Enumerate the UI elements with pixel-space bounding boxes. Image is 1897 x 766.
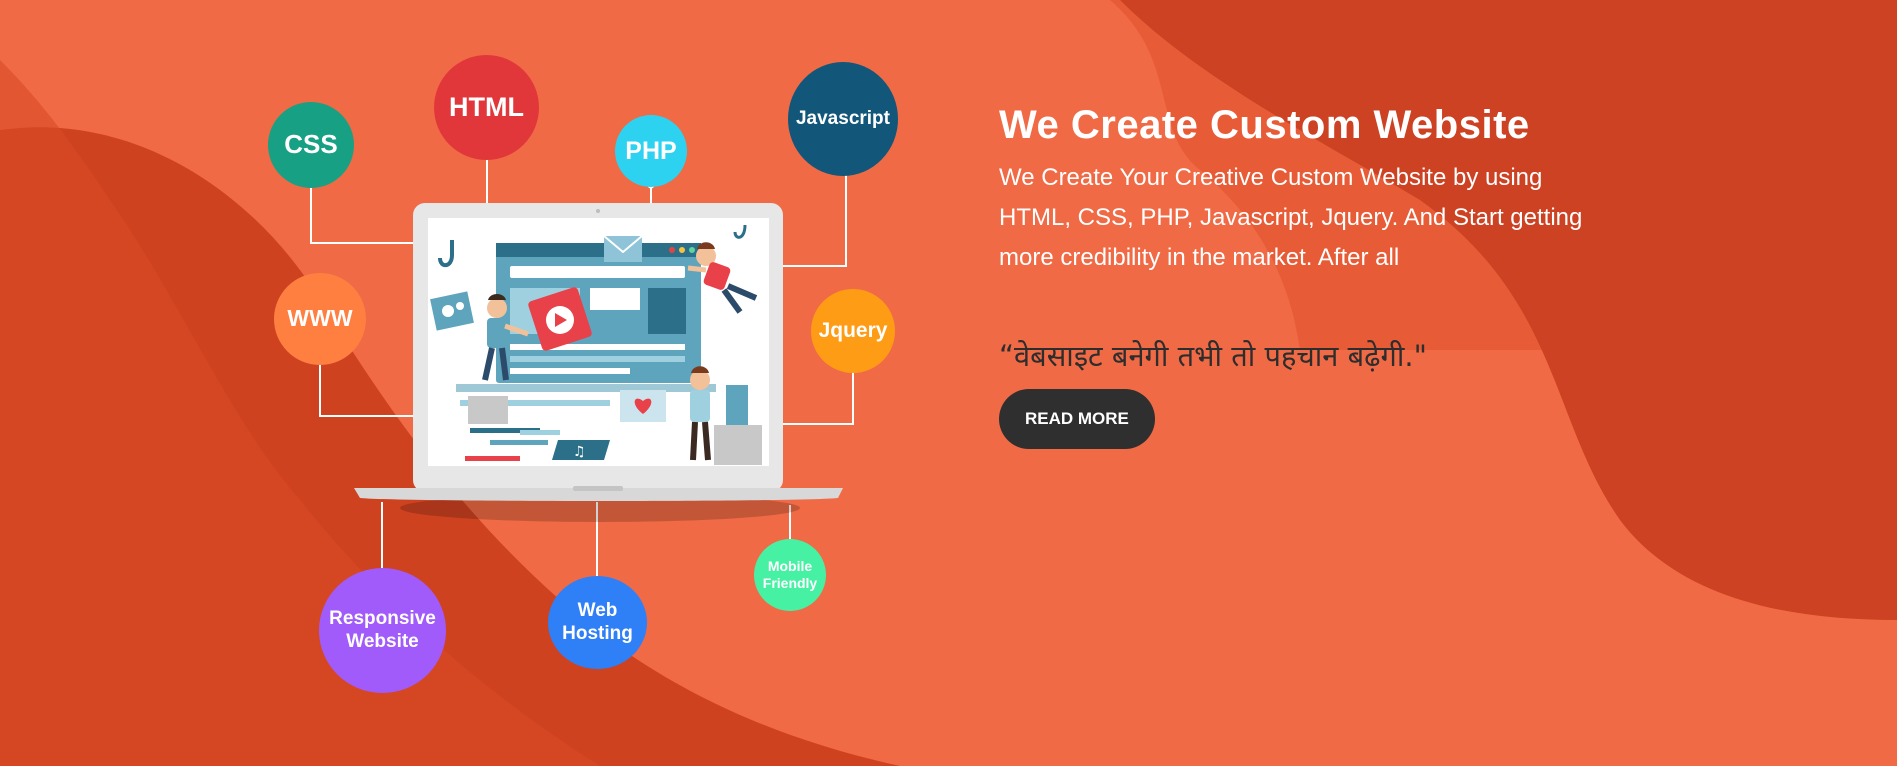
bubble-javascript-label: Javascript xyxy=(795,107,890,129)
hero-tagline: “वेबसाइट बनेगी तभी तो पहचान बढ़ेगी." xyxy=(999,339,1427,373)
bubble-www: WWW xyxy=(274,273,366,365)
svg-text:♫: ♫ xyxy=(573,444,586,460)
bubble-responsive-line2: Website xyxy=(346,630,419,652)
bubble-html-label: HTML xyxy=(449,92,524,123)
bubble-html: HTML xyxy=(434,55,539,160)
bubble-jquery-label: Jquery xyxy=(818,319,888,343)
bubble-web-hosting: Web Hosting xyxy=(548,576,647,669)
hero-content: We Create Custom Website We Create Your … xyxy=(999,103,1619,449)
bubble-php-label: PHP xyxy=(625,137,677,165)
bubble-javascript: Javascript xyxy=(788,62,898,176)
bubble-jquery: Jquery xyxy=(811,289,895,373)
bubble-responsive-website: Responsive Website xyxy=(319,568,446,693)
bubble-responsive-line1: Responsive xyxy=(329,607,436,629)
bubble-hosting-line1: Web xyxy=(577,599,618,621)
hero-description: We Create Your Creative Custom Website b… xyxy=(999,164,1583,271)
hero-banner: ♫ CSS HTML PHP Javascript WWW Jquery Res… xyxy=(0,0,1897,766)
hero-title: We Create Custom Website xyxy=(999,103,1530,147)
bubble-mobile-friendly: Mobile Friendly xyxy=(754,539,826,611)
bubble-mobile-line2: Friendly xyxy=(762,575,818,591)
bubble-www-label: WWW xyxy=(287,305,353,332)
read-more-button[interactable]: READ MORE xyxy=(999,389,1155,449)
bubble-php: PHP xyxy=(615,115,687,187)
bubble-mobile-line1: Mobile xyxy=(767,558,813,575)
bubble-css: CSS xyxy=(268,102,354,188)
bubble-css-label: CSS xyxy=(284,129,338,160)
bubble-hosting-line2: Hosting xyxy=(562,622,633,644)
